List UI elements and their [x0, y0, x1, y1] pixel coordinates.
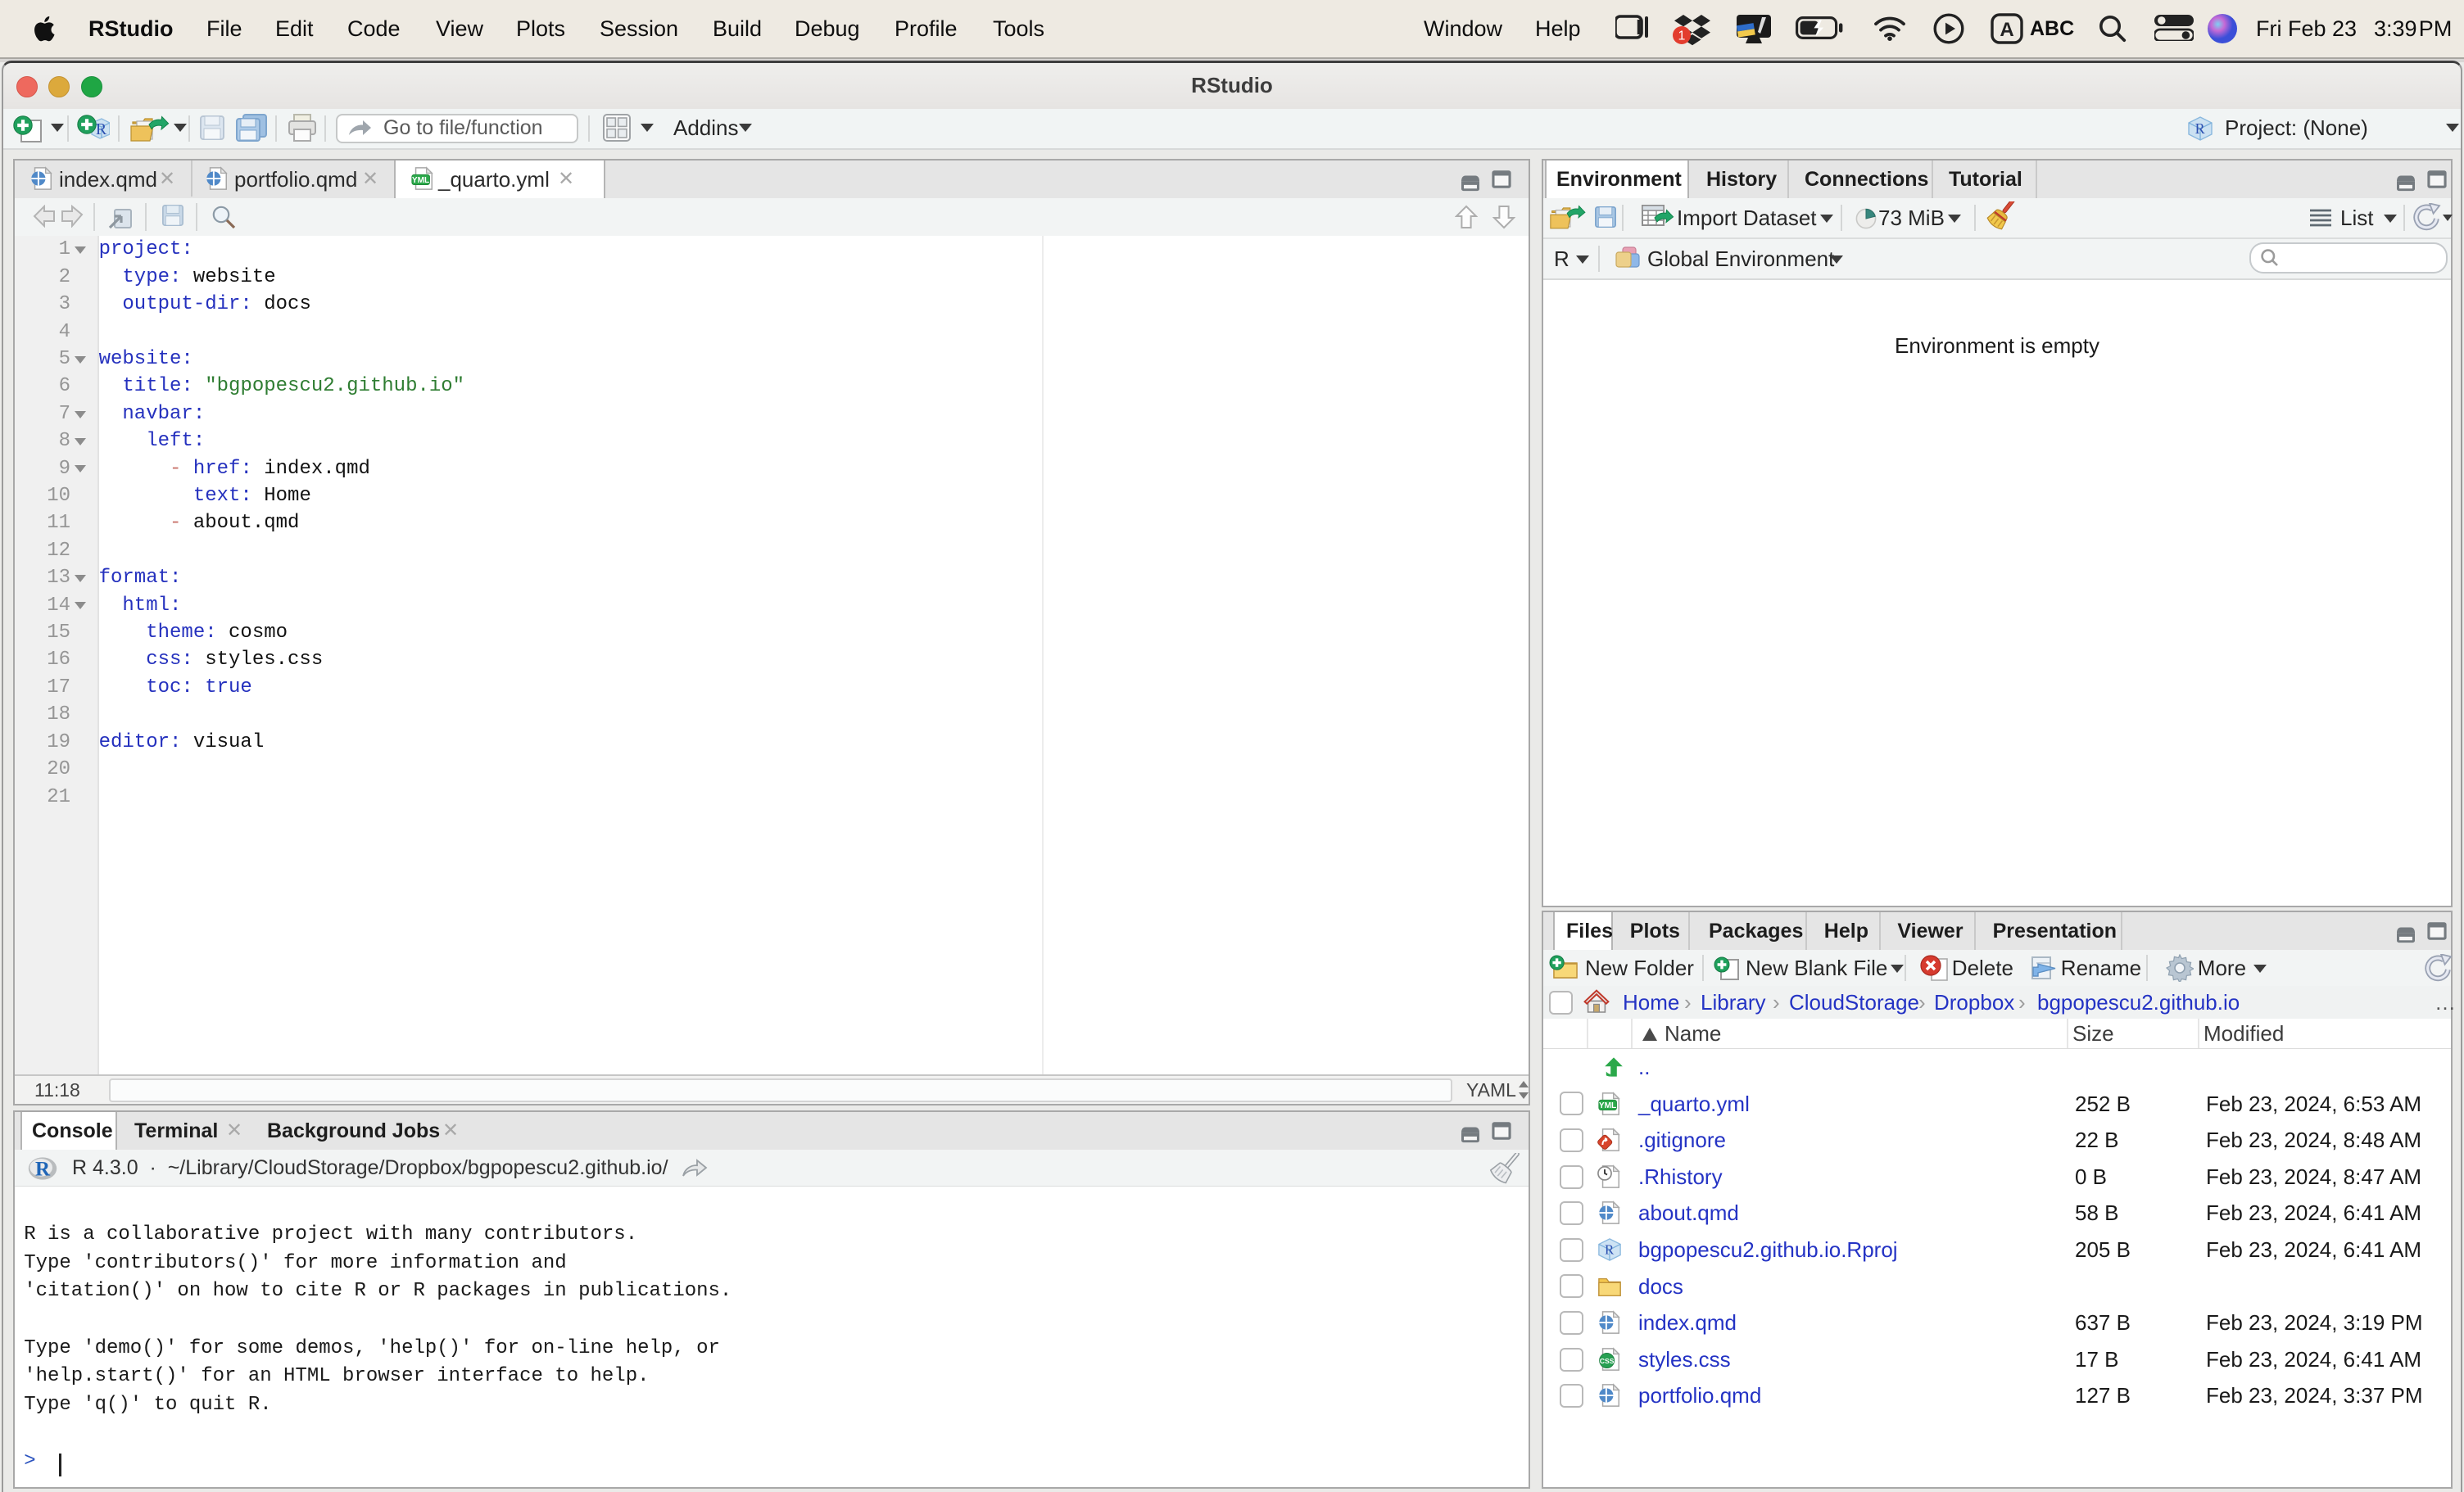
svg-text:R: R — [35, 1158, 51, 1180]
svg-text:R: R — [2195, 120, 2205, 137]
svg-text:A: A — [2000, 19, 2013, 41]
svg-text:1: 1 — [1678, 29, 1686, 43]
svg-text:R: R — [96, 120, 107, 138]
